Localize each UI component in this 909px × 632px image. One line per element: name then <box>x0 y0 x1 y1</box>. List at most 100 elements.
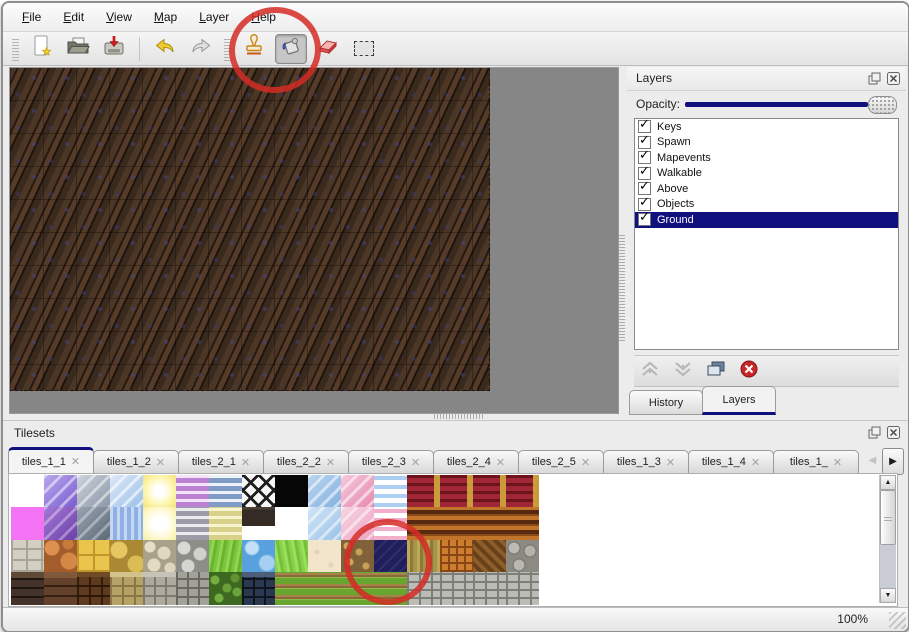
layer-row-keys[interactable]: ✓Keys <box>635 119 898 135</box>
tile-wall-brick-gray[interactable] <box>176 572 209 604</box>
tile-flagstone-orange[interactable] <box>44 540 77 572</box>
redo-button[interactable] <box>186 35 216 63</box>
tile-curtain-red[interactable] <box>440 475 473 507</box>
tile-wall-brown[interactable] <box>44 572 77 604</box>
stamp-tool-button[interactable] <box>239 35 269 63</box>
tab-layers[interactable]: Layers <box>702 386 776 415</box>
float-panel-icon[interactable] <box>867 71 881 85</box>
toolbar-drag-handle-2[interactable] <box>224 37 231 61</box>
tile-wood-stripe[interactable] <box>440 507 473 539</box>
tile-plaque-dark[interactable] <box>242 507 275 539</box>
palette-scrollbar[interactable]: ▲ ▼ <box>879 475 896 603</box>
tile-farm-rows[interactable] <box>374 572 407 604</box>
tileset-tab-tiles_1_4[interactable]: tiles_1_4✕ <box>688 450 774 474</box>
save-file-button[interactable] <box>99 35 129 63</box>
tile-grass-light[interactable] <box>275 540 308 572</box>
scroll-up-button[interactable]: ▲ <box>880 475 896 490</box>
tile-stripes-lightblue[interactable] <box>374 475 407 507</box>
tile-stripes-pink[interactable] <box>374 507 407 539</box>
menu-edit[interactable]: Edit <box>52 7 95 27</box>
tile-solid-magenta[interactable] <box>11 507 44 539</box>
tab-close-icon[interactable]: ✕ <box>326 456 335 469</box>
tileset-tab-tiles_2_2[interactable]: tiles_2_2✕ <box>263 450 349 474</box>
tile-log-ends-gray[interactable] <box>506 540 539 572</box>
eraser-tool-button[interactable] <box>313 35 343 63</box>
tile-glass-lightblue[interactable] <box>308 507 341 539</box>
tile-water-ripple[interactable] <box>110 507 143 539</box>
layer-visibility-checkbox[interactable]: ✓ <box>638 213 651 226</box>
tab-close-icon[interactable]: ✕ <box>71 455 80 468</box>
tile-stripes-blue[interactable] <box>209 475 242 507</box>
tileset-tab-tiles_2_4[interactable]: tiles_2_4✕ <box>433 450 519 474</box>
tab-close-icon[interactable]: ✕ <box>666 456 675 469</box>
scrollbar-thumb[interactable] <box>880 490 896 545</box>
tab-close-icon[interactable]: ✕ <box>751 456 760 469</box>
tile-wall-brick-brown[interactable] <box>77 572 110 604</box>
tile-ground-navy-selected[interactable] <box>374 540 407 572</box>
close-panel-icon[interactable] <box>886 71 900 85</box>
layer-row-walkable[interactable]: ✓Walkable <box>635 166 898 182</box>
tileset-tab-tiles_1_1[interactable]: tiles_1_1✕ <box>8 447 94 474</box>
map-viewport[interactable] <box>10 68 490 391</box>
tile-wall-stone-gray[interactable] <box>143 572 176 604</box>
tile-lattice-black[interactable] <box>242 475 275 507</box>
tab-close-icon[interactable]: ✕ <box>411 456 420 469</box>
float-tilesets-icon[interactable] <box>867 425 881 439</box>
vertical-splitter-handle[interactable] <box>619 235 625 341</box>
scroll-tabs-left-button[interactable]: ◀ <box>865 448 880 472</box>
close-tilesets-icon[interactable] <box>886 425 900 439</box>
tile-herringbone-brown[interactable] <box>473 540 506 572</box>
tile-curtain-red[interactable] <box>407 475 440 507</box>
tileset-tab-tiles_1_2[interactable]: tiles_1_2✕ <box>93 450 179 474</box>
opacity-slider-handle[interactable] <box>868 96 897 114</box>
rect-select-tool-button[interactable] <box>349 35 379 63</box>
tile-glass-gray[interactable] <box>77 475 110 507</box>
tile-stripes-gray[interactable] <box>176 507 209 539</box>
tile-leafy-brown[interactable] <box>341 540 374 572</box>
tile-glass-lightpink[interactable] <box>341 507 374 539</box>
menu-layer[interactable]: Layer <box>188 7 240 27</box>
tile-glow-pale-yellow[interactable] <box>143 507 176 539</box>
tile-farm-rows[interactable] <box>275 572 308 604</box>
tab-close-icon[interactable]: ✕ <box>241 456 250 469</box>
layer-row-spawn[interactable]: ✓Spawn <box>635 135 898 151</box>
toolbar-drag-handle[interactable] <box>12 37 19 61</box>
fill-tool-button[interactable] <box>275 34 307 64</box>
tile-curtain-red[interactable] <box>473 475 506 507</box>
tileset-tab-tiles_2_1[interactable]: tiles_2_1✕ <box>178 450 264 474</box>
tile-brick-gray-light[interactable] <box>407 572 440 604</box>
menu-map[interactable]: Map <box>143 7 188 27</box>
tile-hedge-green[interactable] <box>209 572 242 604</box>
tile-farm-rows[interactable] <box>341 572 374 604</box>
open-file-button[interactable] <box>63 35 93 63</box>
tile-cobble-beige[interactable] <box>143 540 176 572</box>
tile-cobble-gray[interactable] <box>176 540 209 572</box>
menu-help[interactable]: Help <box>240 7 287 27</box>
tile-wood-stripe[interactable] <box>407 507 440 539</box>
tile-stripes-violet[interactable] <box>176 475 209 507</box>
tile-grass-bright[interactable] <box>209 540 242 572</box>
tile-stripes-khaki[interactable] <box>209 507 242 539</box>
move-layer-down-button[interactable] <box>673 360 693 383</box>
tile-basketweave-orange[interactable] <box>440 540 473 572</box>
menu-file[interactable]: File <box>11 7 52 27</box>
tile-empty-white[interactable] <box>11 475 44 507</box>
scroll-down-button[interactable]: ▼ <box>880 588 896 603</box>
tile-brick-gray-light[interactable] <box>440 572 473 604</box>
undo-button[interactable] <box>150 35 180 63</box>
tile-wall-stone-tan[interactable] <box>110 572 143 604</box>
tile-wall-navy-brick[interactable] <box>242 572 275 604</box>
resize-grip-icon[interactable] <box>889 612 906 629</box>
tile-tile-floor-yellow[interactable] <box>77 540 110 572</box>
tab-history[interactable]: History <box>629 390 703 415</box>
layer-row-mapevents[interactable]: ✓Mapevents <box>635 150 898 166</box>
layer-row-ground[interactable]: ✓Ground <box>635 212 898 228</box>
tile-stone-path-tan[interactable] <box>110 540 143 572</box>
tile-curtain-red[interactable] <box>506 475 539 507</box>
delete-layer-button[interactable] <box>739 359 759 384</box>
tab-close-icon[interactable]: ✕ <box>156 456 165 469</box>
tile-brick-gray-light[interactable] <box>473 572 506 604</box>
tab-close-icon[interactable]: ✕ <box>833 456 842 469</box>
tile-farm-rows[interactable] <box>308 572 341 604</box>
tile-wood-stripe[interactable] <box>506 507 539 539</box>
